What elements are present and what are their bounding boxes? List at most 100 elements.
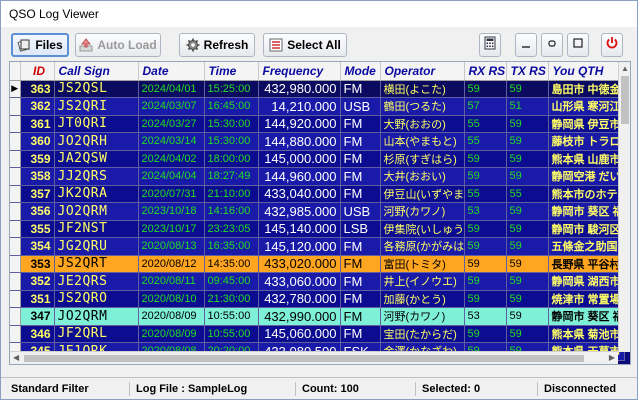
header-you-qth[interactable]: You QTH <box>548 62 625 81</box>
cell-time[interactable]: 18:27:49 <box>204 167 259 186</box>
cell-mode[interactable]: FM <box>340 150 381 168</box>
cell-id[interactable]: 359 <box>20 150 55 168</box>
cell-rx[interactable]: 55 <box>464 132 507 151</box>
cell-time[interactable]: 21:30:00 <box>204 290 259 308</box>
table-row[interactable]: 352 JE2QRS 2020/08/11 09:45:00 433,060.000 FM… <box>10 272 625 291</box>
cell-freq[interactable]: 145,060.000 <box>258 325 341 343</box>
cell-rx[interactable]: 59 <box>464 290 507 308</box>
table-row[interactable]: 355 JF2NST 2023/10/17 23:23:05 145,140.000 LS… <box>10 220 625 238</box>
cell-freq[interactable]: 432,780.000 <box>258 290 341 308</box>
cell-rx[interactable]: 59 <box>464 167 507 186</box>
cell-qth[interactable]: 静岡県 湖西市 <box>548 272 625 291</box>
cell-mode[interactable]: FM <box>340 167 381 186</box>
cell-date[interactable]: 2020/08/09 <box>138 307 205 326</box>
cell-tx[interactable]: 59 <box>506 220 549 238</box>
cell-time[interactable]: 14:35:00 <box>204 255 259 273</box>
cell-tx[interactable]: 59 <box>506 150 549 168</box>
table-row[interactable]: 347 JO2QRM 2020/08/09 10:55:00 432,990.000 FM… <box>10 307 625 326</box>
cell-time[interactable]: 09:45:00 <box>204 272 259 291</box>
cell-id[interactable]: 346 <box>20 325 55 343</box>
cell-qth[interactable]: 静岡市 駿河区 <box>548 220 625 238</box>
cell-qth[interactable]: 静岡市 葵区 福 <box>548 307 625 326</box>
cell-call[interactable]: JO2QRH <box>54 132 139 151</box>
table-row[interactable]: 358 JJ2QRS 2024/04/04 18:27:49 144,960.000 FM… <box>10 167 625 186</box>
row-indicator[interactable] <box>10 307 21 326</box>
cell-call[interactable]: JF2QRL <box>54 325 139 343</box>
cell-id[interactable]: 361 <box>20 115 55 133</box>
cell-tx[interactable]: 59 <box>506 115 549 133</box>
cell-date[interactable]: 2023/10/18 <box>138 202 205 221</box>
cell-freq[interactable]: 144,920.000 <box>258 115 341 133</box>
auto-load-button[interactable]: Auto Load <box>75 33 161 57</box>
cell-freq[interactable]: 144,960.000 <box>258 167 341 186</box>
cell-rx[interactable]: 59 <box>464 255 507 273</box>
cell-qth[interactable]: 島田市 中徳金 <box>548 80 625 98</box>
cell-freq[interactable]: 144,880.000 <box>258 132 341 151</box>
cell-tx[interactable]: 59 <box>506 167 549 186</box>
scroll-up-icon[interactable]: ▲ <box>621 64 629 73</box>
header-time[interactable]: Time <box>204 62 259 81</box>
cell-freq[interactable]: 432,990.000 <box>258 307 341 326</box>
cell-tx[interactable]: 59 <box>506 272 549 291</box>
cell-op[interactable]: 加藤(かとう) <box>380 290 465 308</box>
cell-id[interactable]: 353 <box>20 255 55 273</box>
header-call-sign[interactable]: Call Sign <box>54 62 139 81</box>
cell-qth[interactable]: 熊本県 菊池市 <box>548 325 625 343</box>
cell-freq[interactable]: 145,120.000 <box>258 237 341 256</box>
cell-id[interactable]: 352 <box>20 272 55 291</box>
row-indicator[interactable] <box>10 202 21 221</box>
cell-time[interactable]: 21:10:00 <box>204 185 259 203</box>
log-grid[interactable]: ID Call Sign Date Time Frequency Mode Op… <box>9 61 631 365</box>
cell-date[interactable]: 2023/10/17 <box>138 220 205 238</box>
cell-call[interactable]: JG2QRU <box>54 237 139 256</box>
cell-mode[interactable]: LSB <box>340 220 381 238</box>
cell-mode[interactable]: USB <box>340 202 381 221</box>
table-row[interactable]: 354 JG2QRU 2020/08/13 16:35:00 145,120.000 FM… <box>10 237 625 256</box>
table-row[interactable]: 357 JK2QRA 2020/07/31 21:10:00 433,040.000 FM… <box>10 185 625 203</box>
row-indicator[interactable] <box>10 255 21 273</box>
cell-rx[interactable]: 59 <box>464 237 507 256</box>
cell-rx[interactable]: 59 <box>464 80 507 98</box>
scroll-right-icon[interactable]: ▶ <box>609 353 615 362</box>
cell-freq[interactable]: 432,980.000 <box>258 80 341 98</box>
cell-qth[interactable]: 静岡市 葵区 福 <box>548 202 625 221</box>
cell-tx[interactable]: 59 <box>506 237 549 256</box>
header-tx-rs[interactable]: TX RS <box>506 62 549 81</box>
cell-date[interactable]: 2020/07/31 <box>138 185 205 203</box>
cell-date[interactable]: 2024/04/02 <box>138 150 205 168</box>
cell-id[interactable]: 363 <box>20 80 55 98</box>
row-indicator[interactable] <box>10 220 21 238</box>
cell-qth[interactable]: 熊本県 山鹿市 <box>548 150 625 168</box>
horizontal-scroll-thumb[interactable] <box>24 355 584 362</box>
cell-call[interactable]: JS2QRO <box>54 290 139 308</box>
row-indicator[interactable] <box>10 167 21 186</box>
cell-tx[interactable]: 59 <box>506 80 549 98</box>
cell-rx[interactable]: 53 <box>464 202 507 221</box>
table-row[interactable]: 360 JO2QRH 2024/03/14 15:30:00 144,880.000 FM… <box>10 132 625 151</box>
cell-op[interactable]: 井上(イノウエ) <box>380 272 465 291</box>
row-indicator[interactable] <box>10 132 21 151</box>
cell-time[interactable]: 15:30:00 <box>204 115 259 133</box>
cell-id[interactable]: 351 <box>20 290 55 308</box>
cell-tx[interactable]: 59 <box>506 255 549 273</box>
cell-tx[interactable]: 55 <box>506 185 549 203</box>
table-row[interactable]: 351 JS2QRO 2020/08/10 21:30:00 432,780.000 FM… <box>10 290 625 308</box>
cell-id[interactable]: 360 <box>20 132 55 151</box>
cell-mode[interactable]: FM <box>340 185 381 203</box>
cell-time[interactable]: 16:45:00 <box>204 97 259 116</box>
cell-qth[interactable]: 藤枝市 トラロ <box>548 132 625 151</box>
cell-time[interactable]: 23:23:05 <box>204 220 259 238</box>
cell-rx[interactable]: 59 <box>464 220 507 238</box>
cell-date[interactable]: 2024/04/04 <box>138 167 205 186</box>
table-row[interactable]: 353 JS2QRT 2020/08/12 14:35:00 433,020.000 FM… <box>10 255 625 273</box>
header-id[interactable]: ID <box>20 62 55 81</box>
cell-freq[interactable]: 145,000.000 <box>258 150 341 168</box>
cell-op[interactable]: 伊集院(いしゅう <box>380 220 465 238</box>
cell-op[interactable]: 伊豆山(いずやま <box>380 185 465 203</box>
cell-mode[interactable]: FM <box>340 80 381 98</box>
cell-rx[interactable]: 55 <box>464 115 507 133</box>
cell-qth[interactable]: 長野県 平谷村 <box>548 255 625 273</box>
cell-date[interactable]: 2020/08/11 <box>138 272 205 291</box>
cell-call[interactable]: JA2QSW <box>54 150 139 168</box>
vertical-scroll-thumb[interactable] <box>621 76 629 124</box>
